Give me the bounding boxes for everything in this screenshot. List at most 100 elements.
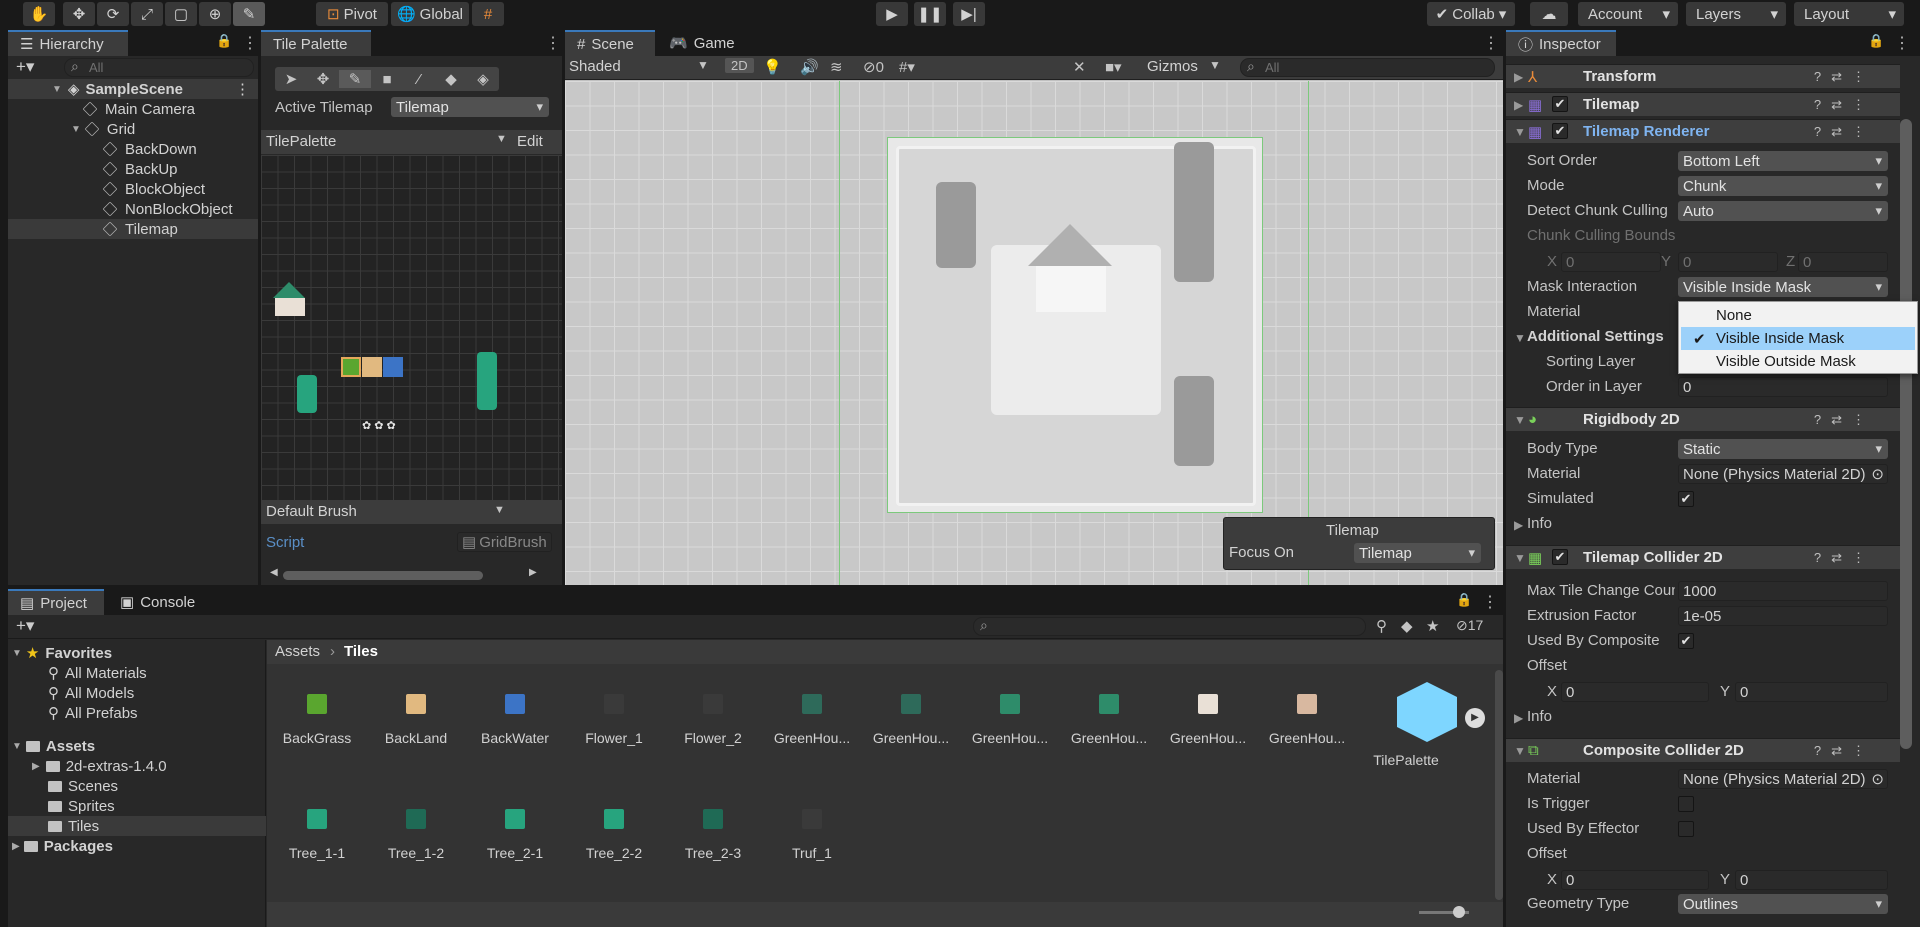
script-field[interactable]: ▤ GridBrush (457, 532, 552, 552)
tab-hierarchy[interactable]: ☰ Hierarchy (8, 30, 128, 56)
composite-collider-header[interactable]: ▼ ⧉ Composite Collider 2D ?⇄⋮ (1506, 738, 1900, 762)
bounds-z-field[interactable]: 0 (1798, 252, 1888, 272)
fav-all-models[interactable]: ⚲ All Models (48, 683, 134, 703)
folder-scenes[interactable]: Scenes (48, 776, 118, 796)
transform-tool-icon[interactable]: ⊕ (199, 2, 231, 26)
asset-item[interactable]: BackWater (467, 694, 563, 746)
additional-settings-label[interactable]: Additional Settings (1527, 328, 1664, 345)
land-tile[interactable] (362, 357, 382, 377)
add-icon[interactable]: +▾ (16, 57, 34, 77)
tilemap-header[interactable]: ▶ ▦ ✔ Tilemap ?⇄⋮ (1506, 92, 1900, 116)
tree-item-nonblockobject[interactable]: NonBlockObject (102, 199, 233, 219)
palette-hscroll[interactable]: ◀ ▶ (261, 565, 562, 585)
menu-item-visible-outside[interactable]: Visible Outside Mask (1681, 350, 1915, 373)
shading-dropdown[interactable]: Shaded (569, 58, 621, 75)
tab-scene[interactable]: # Scene (565, 30, 655, 56)
lighting-icon[interactable]: 💡 (763, 58, 782, 76)
expand-icon[interactable]: ▶ (1514, 98, 1523, 112)
paint-tool-icon[interactable]: ✎ (339, 70, 371, 88)
layers-dropdown[interactable]: Layers ▾ (1686, 2, 1786, 26)
body-type-dropdown[interactable]: Static (1678, 439, 1888, 459)
expand-asset-icon[interactable]: ▶ (1465, 708, 1485, 728)
global-button[interactable]: 🌐 Global (391, 2, 469, 26)
offset-y-field[interactable]: 0 (1735, 682, 1888, 702)
focus-on-dropdown[interactable]: Tilemap (1354, 543, 1481, 563)
select-tool-icon[interactable]: ➤ (275, 70, 307, 88)
asset-item[interactable]: GreenHou... (962, 694, 1058, 746)
tilemap-collider-header[interactable]: ▼ ▦ ✔ Tilemap Collider 2D ?⇄⋮ (1506, 545, 1900, 569)
gizmos-dropdown[interactable]: Gizmos (1147, 58, 1198, 75)
lock-icon[interactable]: 🔒 (216, 33, 232, 49)
asset-scrollbar[interactable] (1495, 670, 1503, 900)
tab-inspector[interactable]: ⓘ Inspector (1506, 30, 1616, 56)
asset-item[interactable]: GreenHou... (863, 694, 959, 746)
palette-chevron-down-icon[interactable]: ▼ (496, 133, 507, 145)
expand-icon[interactable]: ▶ (1514, 711, 1523, 725)
snap-icon[interactable]: # (472, 2, 504, 26)
assets-node[interactable]: ▼ Assets (12, 736, 95, 756)
camera-icon[interactable]: ■▾ (1105, 58, 1122, 76)
project-menu-icon[interactable]: ⋮ (1482, 592, 1498, 612)
hidden-objects-icon[interactable]: ⊘0 (863, 58, 884, 76)
collapse-icon[interactable]: ▼ (1514, 744, 1526, 758)
asset-item[interactable]: Truf_1 (764, 809, 860, 861)
asset-item[interactable]: GreenHou... (1061, 694, 1157, 746)
project-search-input[interactable] (973, 617, 1366, 636)
tree-item-samplescene[interactable]: ▼ ◈ SampleScene ⋮ (8, 79, 258, 99)
hierarchy-menu-icon[interactable]: ⋮ (242, 33, 258, 53)
tree-item-tilemap[interactable]: Tilemap (8, 219, 258, 239)
scroll-left-icon[interactable]: ◀ (270, 567, 278, 578)
fav-all-prefabs[interactable]: ⚲ All Prefabs (48, 703, 138, 723)
zoom-slider-thumb[interactable] (1453, 906, 1465, 918)
component-header-icons[interactable]: ?⇄⋮ (1814, 550, 1875, 566)
palette-dropdown[interactable]: TilePalette (266, 133, 336, 150)
gizmos-chevron-icon[interactable]: ▼ (1209, 58, 1221, 72)
custom-tool-icon[interactable]: ✎ (233, 2, 265, 26)
tree-item-grid[interactable]: ▼ Grid (71, 119, 135, 139)
inspector-lock-icon[interactable]: 🔒 (1868, 33, 1884, 49)
rb-info-label[interactable]: Info (1527, 515, 1552, 532)
cc-offset-x-field[interactable]: 0 (1561, 870, 1709, 890)
favorites-node[interactable]: ▼ ★ Favorites (12, 643, 112, 663)
transform-header[interactable]: ▶ ⅄ Transform ?⇄⋮ (1506, 64, 1900, 88)
component-header-icons[interactable]: ?⇄⋮ (1814, 412, 1875, 428)
grid-snap-icon[interactable]: #▾ (899, 58, 915, 76)
asset-item[interactable]: TilePalette (1358, 752, 1454, 768)
used-by-composite-checkbox[interactable]: ✔ (1678, 633, 1694, 649)
is-trigger-checkbox[interactable] (1678, 796, 1694, 812)
tilemap-renderer-header[interactable]: ▼ ▦ ✔ Tilemap Renderer ?⇄⋮ (1506, 119, 1900, 143)
geometry-type-dropdown[interactable]: Outlines (1678, 894, 1888, 914)
brush-dropdown[interactable]: Default Brush (266, 503, 357, 520)
tree-item-backup[interactable]: BackUp (102, 159, 178, 179)
scale-tool-icon[interactable]: ⤢ (131, 2, 163, 26)
bounds-x-field[interactable]: 0 (1561, 252, 1661, 272)
breadcrumb-assets[interactable]: Assets (275, 643, 320, 660)
rect-tool-icon[interactable]: ▢ (165, 2, 197, 26)
palette-grid[interactable]: ✿ ✿ ✿ (261, 155, 562, 500)
brush-chevron-down-icon[interactable]: ▼ (494, 504, 505, 516)
component-header-icons[interactable]: ?⇄⋮ (1814, 69, 1875, 85)
cc-offset-y-field[interactable]: 0 (1735, 870, 1888, 890)
scene-search-input[interactable]: All (1240, 58, 1495, 77)
house-roof-tile[interactable] (273, 282, 305, 298)
eraser-icon[interactable]: ◆ (435, 70, 467, 88)
sort-order-dropdown[interactable]: Bottom Left (1678, 151, 1888, 171)
used-by-effector-checkbox[interactable] (1678, 821, 1694, 837)
packages-node[interactable]: ▶ Packages (12, 836, 113, 856)
tree-item-blockobject[interactable]: BlockObject (102, 179, 205, 199)
fav-all-materials[interactable]: ⚲ All Materials (48, 663, 147, 683)
picker-icon[interactable]: ⁄ (403, 71, 435, 88)
object-picker-icon[interactable]: ⊙ (1871, 465, 1884, 483)
asset-item[interactable]: Tree_1-2 (368, 809, 464, 861)
asset-item[interactable]: GreenHou... (764, 694, 860, 746)
asset-item[interactable]: BackGrass (269, 694, 365, 746)
project-lock-icon[interactable]: 🔒 (1456, 592, 1472, 608)
renderer-enabled-checkbox[interactable]: ✔ (1552, 123, 1568, 139)
tools-icon[interactable]: ✕ (1073, 58, 1086, 76)
scene-menu-icon[interactable]: ⋮ (1483, 33, 1499, 53)
edit-button[interactable]: Edit (517, 133, 543, 150)
audio-icon[interactable]: 🔊 (800, 58, 819, 76)
hand-tool-icon[interactable]: ✋ (23, 2, 55, 26)
account-dropdown[interactable]: Account ▾ (1578, 2, 1678, 26)
tab-project[interactable]: ▤ Project (8, 589, 104, 615)
